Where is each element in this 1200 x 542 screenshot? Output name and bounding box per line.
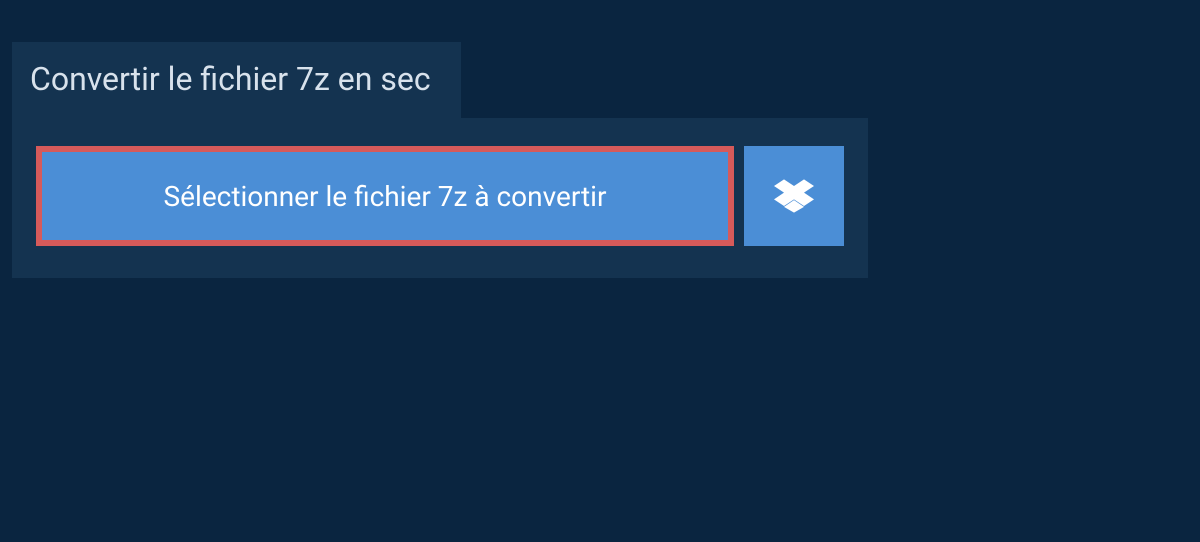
select-file-button[interactable]: Sélectionner le fichier 7z à convertir: [36, 146, 734, 246]
converter-panel: Sélectionner le fichier 7z à convertir: [12, 118, 868, 278]
tab-bar: Convertir le fichier 7z en sec: [12, 42, 1200, 118]
dropbox-button[interactable]: [744, 146, 844, 246]
select-file-label: Sélectionner le fichier 7z à convertir: [164, 180, 607, 213]
tab-convert[interactable]: Convertir le fichier 7z en sec: [12, 42, 461, 118]
action-buttons-row: Sélectionner le fichier 7z à convertir: [36, 146, 844, 246]
tab-label: Convertir le fichier 7z en sec: [30, 60, 431, 98]
dropbox-icon: [774, 176, 814, 216]
